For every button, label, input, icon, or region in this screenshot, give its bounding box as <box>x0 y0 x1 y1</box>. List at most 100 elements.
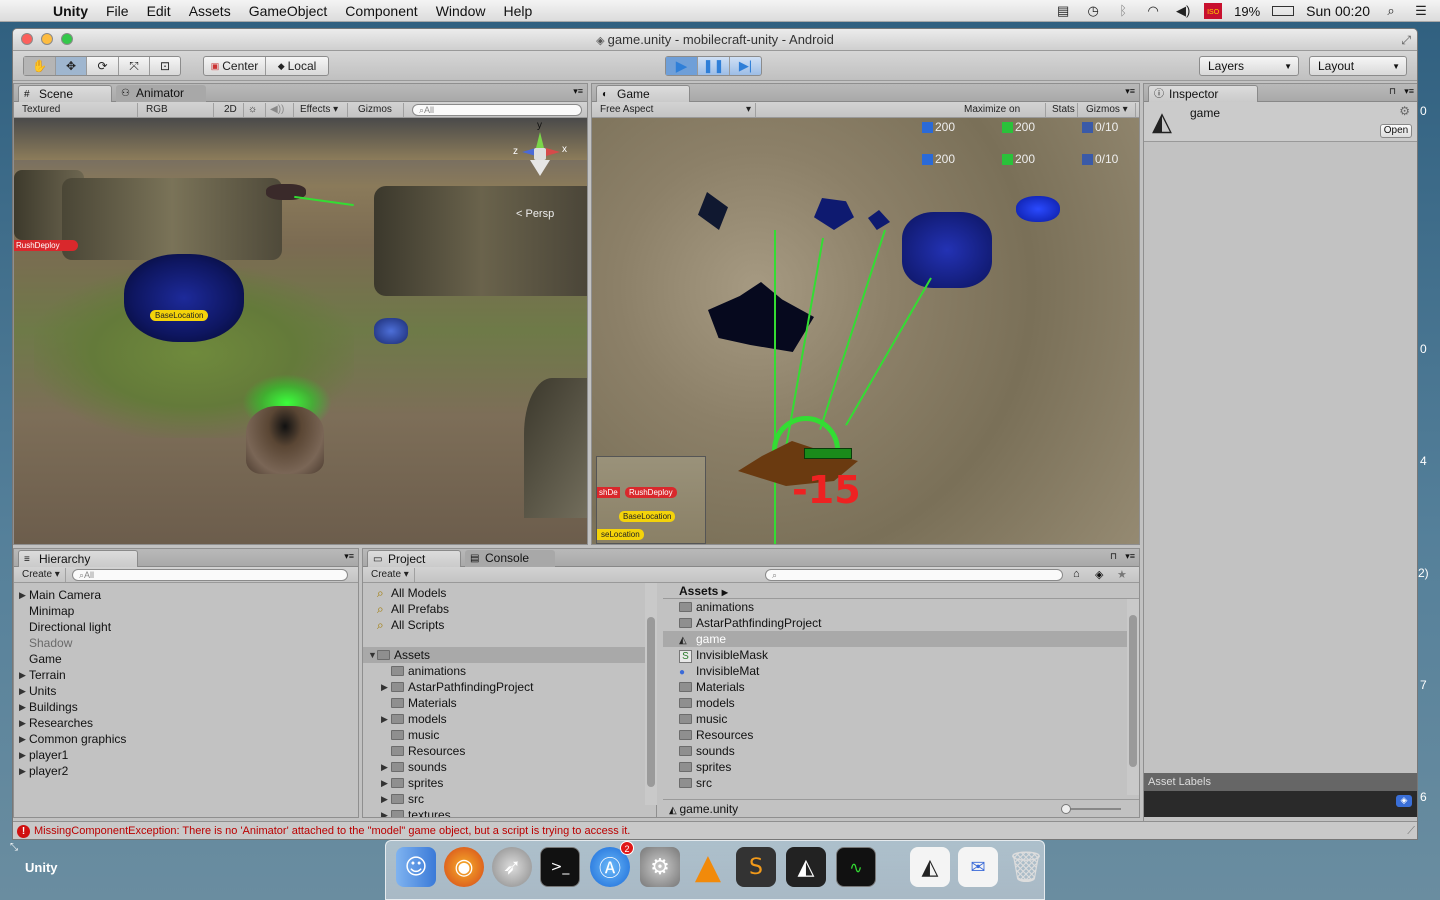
clock[interactable]: Sun 00:20 <box>1306 3 1370 19</box>
panel-menu-icon[interactable]: ▾≡ <box>344 551 354 562</box>
expand-arrow-icon[interactable]: ▶ <box>19 763 26 779</box>
tab-scene[interactable]: # Scene <box>18 85 112 102</box>
tree-folder-item[interactable]: ▶ textures <box>363 807 656 817</box>
favorite-item[interactable]: ⌕ All Prefabs <box>363 601 656 617</box>
unity-doc-icon[interactable]: ◭ <box>910 847 950 887</box>
expand-arrow-icon[interactable]: ▶ <box>19 731 26 747</box>
expand-arrow-icon[interactable]: ▶ <box>381 711 388 727</box>
asset-item[interactable]: AstarPathfindingProject <box>663 615 1127 631</box>
play-button[interactable]: ▶ <box>666 57 698 75</box>
menu-app-name[interactable]: Unity <box>44 3 97 19</box>
asset-item[interactable]: Resources <box>663 727 1127 743</box>
scale-tool-icon[interactable]: ⤧ <box>119 57 150 75</box>
tree-scroll-thumb[interactable] <box>647 617 655 787</box>
hierarchy-item[interactable]: ▶ player1 <box>14 747 358 763</box>
effects-dropdown[interactable]: Effects ▾ <box>296 103 348 117</box>
hierarchy-create-dropdown[interactable]: Create ▾ <box>18 568 66 582</box>
launchpad-icon[interactable]: ➶ <box>492 847 532 887</box>
expand-arrow-icon[interactable]: ▶ <box>19 699 26 715</box>
hierarchy-item[interactable]: Directional light <box>14 619 358 635</box>
wifi-icon[interactable]: ◠ <box>1144 4 1162 18</box>
keyboard-icon[interactable]: ▤ <box>1054 4 1072 18</box>
breadcrumb-assets[interactable]: Assets <box>679 584 718 598</box>
asset-item[interactable]: ● InvisibleMat <box>663 663 1127 679</box>
aspect-dropdown[interactable]: Free Aspect ▾ <box>596 103 756 117</box>
activity-monitor-icon[interactable]: ∿ <box>836 847 876 887</box>
layout-dropdown[interactable]: Layout ▼ <box>1309 56 1407 76</box>
hierarchy-item[interactable]: ▶ Researches <box>14 715 358 731</box>
notification-center-icon[interactable]: ☰ <box>1412 4 1430 18</box>
project-search-input[interactable]: ⌕ <box>765 569 1063 581</box>
settings-icon[interactable]: ⚙ <box>1399 104 1410 118</box>
input-source-flag-icon[interactable]: ISO <box>1204 3 1223 19</box>
volume-icon[interactable]: ◀) <box>1174 4 1192 18</box>
maximize-on-play-toggle[interactable]: Maximize on Play <box>960 103 1046 129</box>
favorite-item[interactable]: ⌕ All Scripts <box>363 617 656 633</box>
hierarchy-item[interactable]: ▶ Terrain <box>14 667 358 683</box>
enemy-unit-4[interactable] <box>1016 196 1060 222</box>
menu-help[interactable]: Help <box>494 3 541 19</box>
trash-icon[interactable]: 🗑 <box>1006 847 1046 887</box>
scene-gizmo[interactable]: y x z <box>510 120 570 184</box>
tree-folder-item[interactable]: Resources <box>363 743 656 759</box>
tab-animator[interactable]: ⚇ Animator <box>116 85 206 102</box>
hierarchy-item[interactable]: ▶ Units <box>14 683 358 699</box>
tab-project[interactable]: ▭ Project <box>367 550 461 567</box>
color-mode-dropdown[interactable]: RGB <box>142 103 214 117</box>
expand-arrow-icon[interactable]: ▶ <box>381 679 388 695</box>
tree-folder-item[interactable]: ▶ sounds <box>363 759 656 775</box>
project-create-dropdown[interactable]: Create ▾ <box>367 568 415 582</box>
time-machine-icon[interactable]: ◷ <box>1084 4 1102 18</box>
tree-scrollbar[interactable] <box>645 583 657 805</box>
pivot-center-button[interactable]: ▣ Center <box>204 57 266 75</box>
enemy-unit-3[interactable] <box>868 210 890 230</box>
resize-grip-icon[interactable]: ⟋ <box>1407 822 1415 839</box>
persp-label[interactable]: < Persp <box>516 208 554 220</box>
hierarchy-item[interactable]: ▶ Main Camera <box>14 587 358 603</box>
firefox-icon[interactable]: ◉ <box>444 847 484 887</box>
expand-arrow-icon[interactable]: ▶ <box>19 747 26 763</box>
stats-toggle[interactable]: Stats <box>1048 103 1078 117</box>
hierarchy-item[interactable]: ▶ Buildings <box>14 699 358 715</box>
mail-icon[interactable]: ✉ <box>958 847 998 887</box>
asset-item[interactable]: music <box>663 711 1127 727</box>
hierarchy-item[interactable]: Minimap <box>14 603 358 619</box>
menu-file[interactable]: File <box>97 3 138 19</box>
menu-assets[interactable]: Assets <box>180 3 240 19</box>
lock-icon[interactable]: ⊓ <box>1389 86 1396 97</box>
expand-arrow-icon[interactable]: ▶ <box>19 667 26 683</box>
hierarchy-search-input[interactable]: ⌕All <box>72 569 348 581</box>
system-preferences-icon[interactable]: ⚙ <box>640 847 680 887</box>
sublime-text-icon[interactable]: S <box>736 847 776 887</box>
move-tool-icon[interactable]: ✥ <box>56 57 87 75</box>
pause-button[interactable]: ❚❚ <box>698 57 730 75</box>
label-tag-icon[interactable]: ◈ <box>1396 795 1412 807</box>
tab-game[interactable]: ◐ Game <box>596 85 690 102</box>
status-bar[interactable]: ! MissingComponentException: There is no … <box>13 821 1417 839</box>
panel-menu-icon[interactable]: ▾≡ <box>1125 86 1135 97</box>
expand-arrow-icon[interactable]: ▶ <box>19 683 26 699</box>
tree-folder-item[interactable]: ▶ models <box>363 711 656 727</box>
tree-folder-item[interactable]: music <box>363 727 656 743</box>
fullscreen-icon[interactable]: ⤢ <box>1401 29 1411 51</box>
hierarchy-item[interactable]: ▶ Common graphics <box>14 731 358 747</box>
asset-item[interactable]: S InvisibleMask <box>663 647 1127 663</box>
close-window-button[interactable] <box>21 33 33 45</box>
battery-percent[interactable]: 19% <box>1234 4 1260 19</box>
vlc-icon[interactable]: ▲ <box>688 847 728 887</box>
lock-icon[interactable]: ⊓ <box>1110 551 1117 562</box>
rect-tool-icon[interactable]: ⊡ <box>150 57 180 75</box>
render-mode-dropdown[interactable]: Textured <box>18 103 138 117</box>
game-viewport[interactable]: 200 200 0/10 200 200 0/10 -15 shDe RushD… <box>592 118 1139 544</box>
base-building[interactable] <box>124 254 244 342</box>
volcano-building[interactable] <box>246 406 324 474</box>
tab-console[interactable]: ▤ Console <box>465 550 555 567</box>
menu-component[interactable]: Component <box>336 3 426 19</box>
hierarchy-item[interactable]: ▶ player2 <box>14 763 358 779</box>
enemy-unit-2[interactable] <box>814 198 854 230</box>
enemy-unit-5[interactable] <box>708 282 814 352</box>
tree-folder-item[interactable]: ▶ src <box>363 791 656 807</box>
tree-folder-item[interactable]: Materials <box>363 695 656 711</box>
toggle-2d-button[interactable]: 2D <box>220 103 244 117</box>
enemy-unit-1[interactable] <box>698 192 728 230</box>
